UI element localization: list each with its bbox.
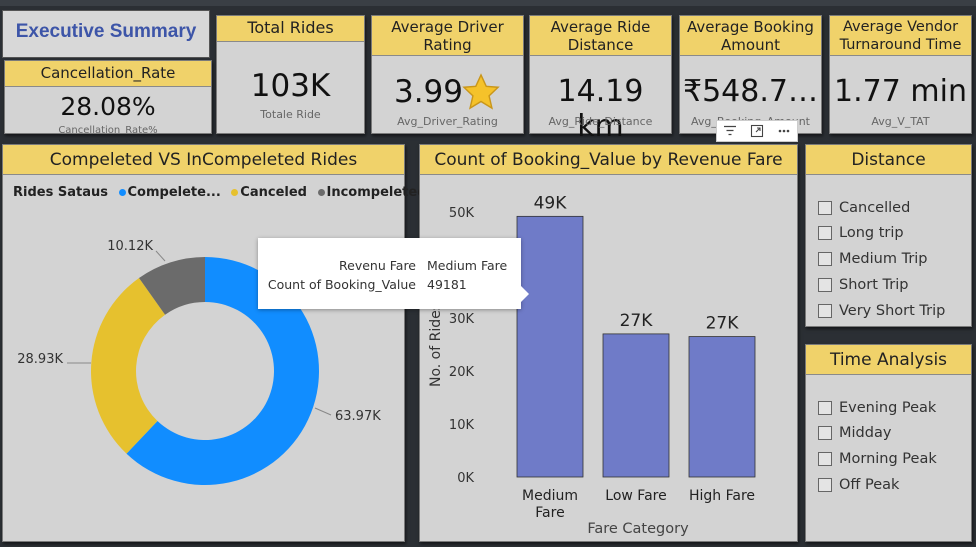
donut-leader-line [314, 407, 332, 416]
slicer-item-off-peak[interactable]: Off Peak [818, 477, 899, 493]
kpi-card-avg-booking-amount[interactable]: Average Booking Amount ₹548.7… Avg_Booki… [679, 15, 822, 134]
donut-chart[interactable]: 63.97K 28.93K 10.12K [3, 145, 406, 543]
slicer-item-label: Evening Peak [839, 400, 937, 416]
x-tick-label: Fare [535, 505, 564, 521]
slicer-item-label: Off Peak [839, 477, 900, 493]
checkbox[interactable] [818, 452, 832, 466]
checkbox[interactable] [818, 226, 832, 240]
donut-data-label: 10.12K [107, 239, 153, 254]
bar-data-label: 27K [706, 314, 740, 334]
slicer-item-label: Cancelled [839, 200, 911, 216]
slicer-item-cancelled[interactable]: Cancelled [818, 200, 910, 216]
bar-chart[interactable]: 0K10K20K30K40K50KNo. of Rides49KMediumFa… [420, 145, 799, 543]
kpi-label: Average Vendor Turnaround Time [830, 16, 971, 56]
slicer-item-medium-trip[interactable]: Medium Trip [818, 251, 928, 267]
bar-medium-fare[interactable] [516, 215, 584, 478]
dashboard-title-card: Executive Summary [2, 10, 210, 58]
tooltip-key: Revenu Fare [339, 258, 416, 273]
tooltip-value: Medium Fare [427, 258, 508, 273]
y-axis-title: No. of Rides [428, 303, 444, 387]
focus-mode-icon[interactable] [747, 122, 767, 140]
tooltip-key: Count of Booking_Value [267, 277, 416, 292]
kpi-sub-label: Avg_Driver_Rating [397, 115, 498, 128]
top-strip [0, 0, 976, 6]
slicer-item-morning-peak[interactable]: Morning Peak [818, 451, 937, 467]
y-tick-label: 30K [449, 312, 475, 327]
y-tick-label: 50K [449, 206, 475, 221]
bar-data-label: 27K [620, 311, 654, 331]
visual-header-toolbar [716, 120, 798, 142]
checkbox[interactable] [818, 278, 832, 292]
time-analysis-slicer[interactable]: Time Analysis Evening Peak Midday Mornin… [805, 344, 972, 542]
kpi-label: Average Driver Rating [372, 16, 523, 56]
slicer-item-label: Morning Peak [839, 451, 937, 467]
checkbox[interactable] [818, 201, 832, 215]
checkbox[interactable] [818, 252, 832, 266]
kpi-value: 1.77 min [834, 74, 967, 109]
kpi-sub-label: Cancellation_Rate% [58, 125, 158, 134]
y-tick-label: 20K [449, 365, 475, 380]
slicer-title: Time Analysis [806, 345, 971, 375]
slicer-item-label: Medium Trip [839, 251, 928, 267]
kpi-card-avg-vendor-tat[interactable]: Average Vendor Turnaround Time 1.77 min … [829, 15, 972, 134]
x-tick-label: Medium [522, 488, 578, 504]
slicer-title: Distance [806, 145, 971, 175]
bar-chart-panel[interactable]: Count of Booking_Value by Revenue Fare 0… [419, 144, 798, 542]
kpi-label: Cancellation_Rate [5, 61, 211, 87]
kpi-card-avg-driver-rating[interactable]: Average Driver Rating 3.99 Avg_Driver_Ra… [371, 15, 524, 134]
kpi-value: ₹548.7… [683, 74, 818, 109]
slicer-item-midday[interactable]: Midday [818, 425, 891, 441]
x-tick-label: Low Fare [605, 488, 666, 504]
slicer-item-very-short-trip[interactable]: Very Short Trip [818, 303, 945, 319]
filter-icon[interactable] [720, 122, 740, 140]
donut-data-label: 28.93K [17, 352, 63, 367]
donut-chart-panel[interactable]: Compeleted VS InCompeleted Rides Rides S… [2, 144, 427, 543]
x-tick-label: High Fare [689, 488, 755, 504]
tooltip-value: 49181 [427, 277, 467, 292]
dashboard-title: Executive Summary [15, 21, 197, 42]
slicer-item-evening-peak[interactable]: Evening Peak [818, 400, 936, 416]
slicer-item-label: Short Trip [839, 277, 909, 293]
checkbox[interactable] [818, 426, 832, 440]
slicer-item-label: Long trip [839, 225, 904, 241]
slicer-item-long-trip[interactable]: Long trip [818, 225, 904, 241]
checkbox[interactable] [818, 401, 832, 415]
kpi-label: Average Booking Amount [680, 16, 821, 56]
distance-slicer[interactable]: Distance Cancelled Long trip Medium Trip… [805, 144, 972, 327]
kpi-value: 28.08% [60, 92, 156, 121]
kpi-sub-label: Avg_Ride_Distance [548, 115, 653, 128]
checkbox[interactable] [818, 478, 832, 492]
slicer-item-label: Midday [839, 425, 892, 441]
y-tick-label: 10K [449, 418, 475, 433]
bar-low-fare[interactable] [602, 333, 670, 478]
checkbox[interactable] [818, 304, 832, 318]
more-options-icon[interactable] [774, 122, 794, 140]
donut-data-label: 63.97K [335, 409, 381, 424]
y-tick-label: 0K [457, 471, 474, 486]
tooltip-arrow [521, 286, 529, 302]
slicer-item-label: Very Short Trip [839, 303, 946, 319]
kpi-card-cancellation-rate[interactable]: Cancellation_Rate 28.08% Cancellation_Ra… [4, 60, 212, 134]
kpi-sub-label: Avg_V_TAT [871, 115, 930, 128]
chart-tooltip: Revenu Fare Medium Fare Count of Booking… [258, 238, 529, 309]
kpi-label: Average Ride Distance [530, 16, 671, 56]
kpi-label: Total Rides [217, 16, 364, 42]
bar-data-label: 49K [534, 193, 568, 213]
x-axis-title: Fare Category [587, 521, 689, 537]
kpi-card-avg-ride-distance[interactable]: Average Ride Distance 14.19 km Avg_Ride_… [529, 15, 672, 144]
slicer-item-short-trip[interactable]: Short Trip [818, 277, 908, 293]
donut-leader-line [155, 250, 166, 262]
kpi-value: 14.19 km [557, 74, 644, 144]
star-icon [462, 73, 500, 110]
bar-high-fare[interactable] [688, 336, 756, 478]
